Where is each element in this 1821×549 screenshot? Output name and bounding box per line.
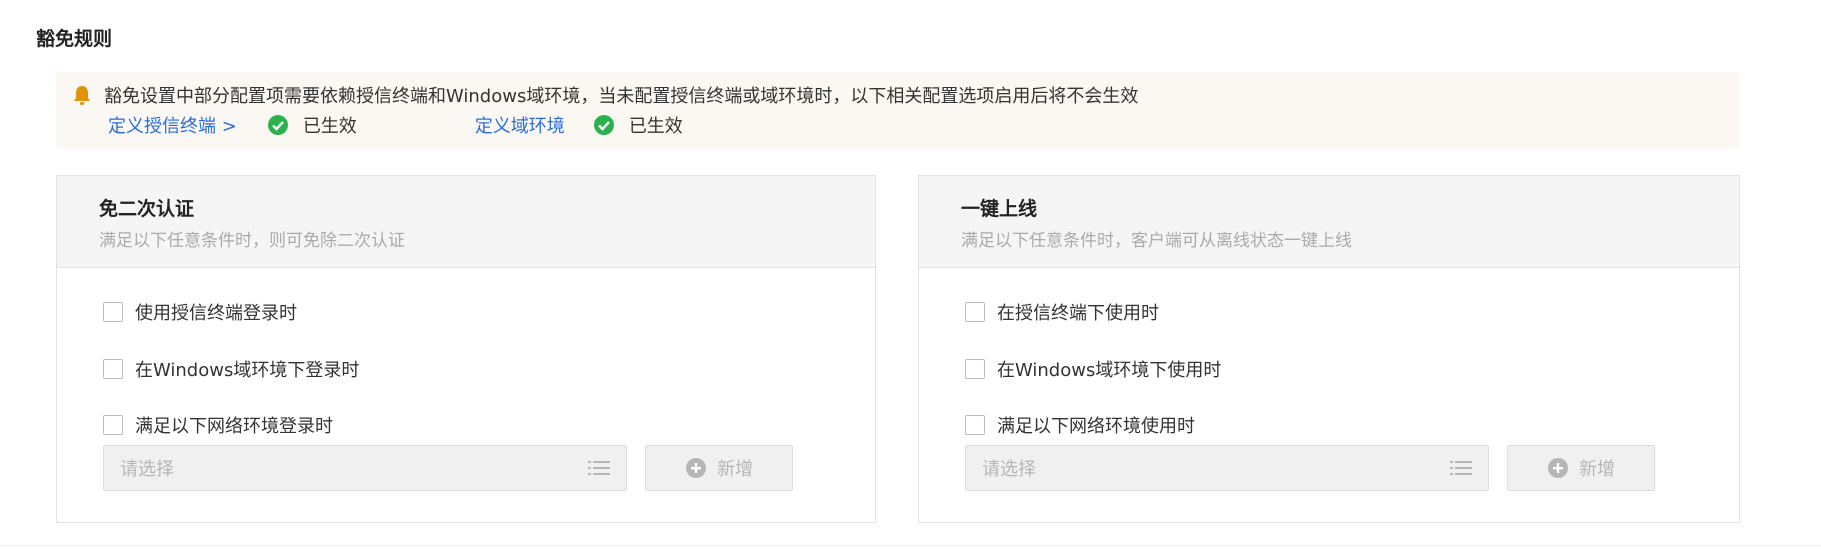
option-windows-domain-use[interactable]: 在Windows域环境下使用时 — [965, 356, 1221, 382]
add-button-label: 新增 — [1579, 459, 1615, 480]
define-trusted-terminal-link[interactable]: 定义授信终端 > — [108, 112, 237, 138]
select-placeholder: 请选择 — [982, 459, 1036, 480]
checkbox[interactable] — [103, 359, 123, 379]
option-windows-domain-login[interactable]: 在Windows域环境下登录时 — [103, 356, 359, 382]
plus-circle-icon — [686, 458, 706, 478]
add-network-env-button[interactable]: 新增 — [645, 445, 793, 491]
card-description: 满足以下任意条件时，则可免除二次认证 — [99, 231, 405, 251]
option-label: 在Windows域环境下使用时 — [997, 360, 1222, 381]
card-skip-second-auth: 免二次认证 满足以下任意条件时，则可免除二次认证 使用授信终端登录时 在Wind… — [56, 175, 876, 523]
check-circle-icon — [267, 115, 288, 135]
add-network-env-button[interactable]: 新增 — [1507, 445, 1655, 491]
option-label: 在Windows域环境下登录时 — [135, 360, 360, 381]
checkbox[interactable] — [965, 415, 985, 435]
domain-status: 已生效 — [628, 116, 683, 137]
divider — [0, 545, 1821, 546]
network-env-select[interactable]: 请选择 — [103, 445, 627, 491]
checkbox[interactable] — [103, 415, 123, 435]
plus-circle-icon — [1548, 458, 1568, 478]
page-title: 豁免规则 — [36, 28, 113, 50]
checkbox[interactable] — [965, 359, 985, 379]
option-label: 满足以下网络环境登录时 — [135, 416, 333, 437]
add-button-label: 新增 — [717, 459, 753, 480]
option-label: 在授信终端下使用时 — [997, 303, 1159, 324]
card-header: 一键上线 满足以下任意条件时，客户端可从离线状态一键上线 — [919, 176, 1739, 268]
option-network-env-use[interactable]: 满足以下网络环境使用时 — [965, 412, 1195, 438]
card-title: 一键上线 — [961, 198, 1038, 220]
card-description: 满足以下任意条件时，客户端可从离线状态一键上线 — [961, 231, 1352, 251]
list-icon — [588, 461, 610, 475]
card-one-click-online: 一键上线 满足以下任意条件时，客户端可从离线状态一键上线 在授信终端下使用时 在… — [918, 175, 1740, 523]
option-label: 使用授信终端登录时 — [135, 303, 297, 324]
select-placeholder: 请选择 — [120, 459, 174, 480]
bell-icon — [74, 86, 90, 105]
trusted-terminal-status: 已生效 — [302, 116, 357, 137]
option-trusted-terminal-login[interactable]: 使用授信终端登录时 — [103, 299, 297, 325]
network-env-select[interactable]: 请选择 — [965, 445, 1489, 491]
card-header: 免二次认证 满足以下任意条件时，则可免除二次认证 — [57, 176, 875, 268]
notice-banner: 豁免设置中部分配置项需要依赖授信终端和Windows域环境，当未配置授信终端或域… — [56, 72, 1740, 148]
checkbox[interactable] — [103, 302, 123, 322]
check-circle-icon — [593, 115, 614, 135]
define-domain-link[interactable]: 定义域环境 — [475, 112, 565, 138]
option-network-env-login[interactable]: 满足以下网络环境登录时 — [103, 412, 333, 438]
option-label: 满足以下网络环境使用时 — [997, 416, 1195, 437]
option-trusted-terminal-use[interactable]: 在授信终端下使用时 — [965, 299, 1159, 325]
list-icon — [1450, 461, 1472, 475]
notice-text: 豁免设置中部分配置项需要依赖授信终端和Windows域环境，当未配置授信终端或域… — [104, 86, 1139, 107]
card-title: 免二次认证 — [99, 198, 195, 220]
checkbox[interactable] — [965, 302, 985, 322]
